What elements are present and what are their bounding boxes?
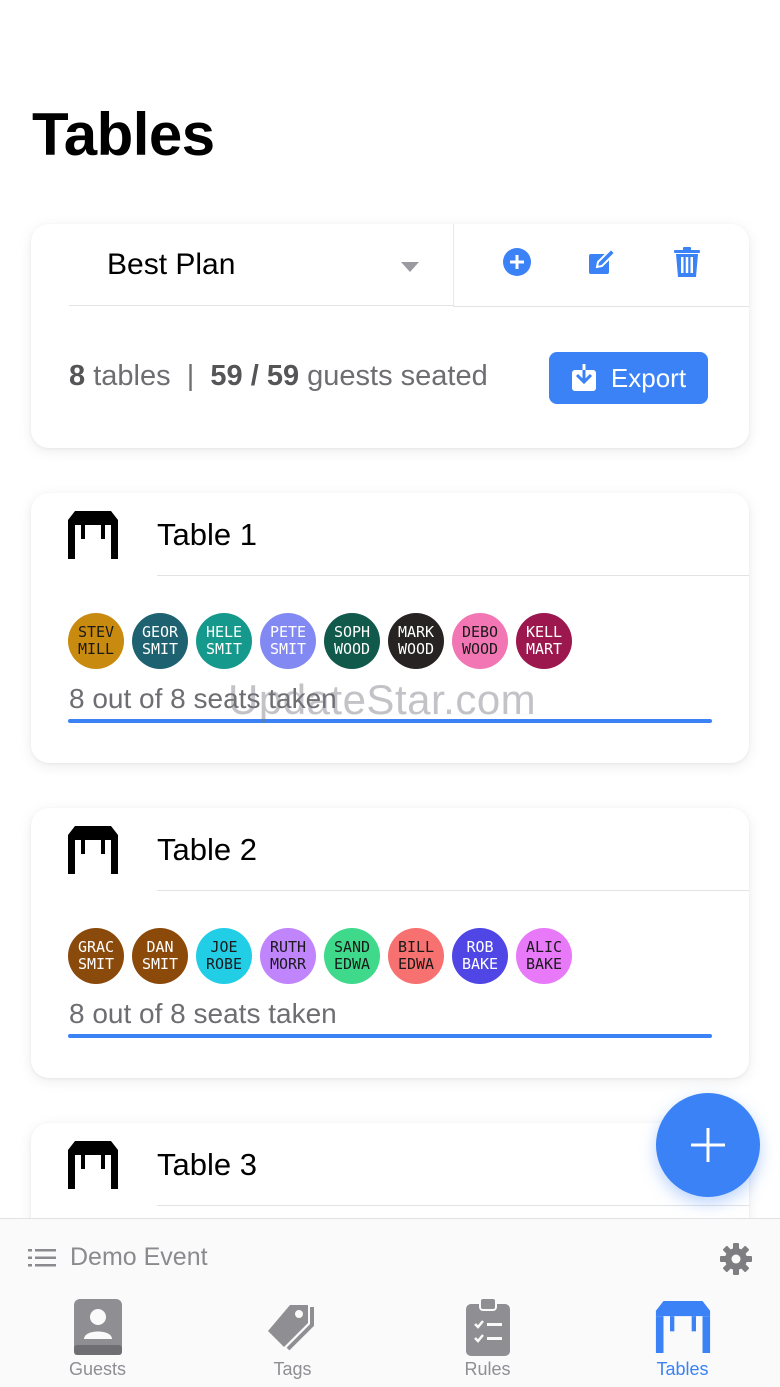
guest-avatar[interactable]: DAN SMIT	[132, 928, 188, 984]
guest-avatar[interactable]: PETE SMIT	[260, 613, 316, 669]
edit-plan-button[interactable]	[586, 244, 618, 280]
guest-list: STEV MILL GEOR SMIT HELE SMIT PETE SMIT SOPH…	[68, 613, 572, 669]
divider	[157, 575, 749, 576]
dropdown-caret-icon	[401, 262, 419, 272]
plan-summary: 8 tables | 59 / 59 guests seated	[69, 360, 488, 393]
event-name: Demo Event	[70, 1243, 208, 1271]
table-card[interactable]: Table 2 GRAC SMIT DAN SMIT JOE ROBE RUTH MOR…	[31, 808, 749, 1078]
event-selector[interactable]: Demo Event	[28, 1243, 208, 1272]
export-label: Export	[610, 362, 687, 393]
table-icon	[68, 826, 118, 874]
guests-icon	[73, 1299, 122, 1355]
plan-card: Best Plan 8 tables | 59 / 59 guests seat…	[31, 224, 749, 448]
page-title: Tables	[32, 101, 215, 168]
tab-label: Tags	[273, 1359, 312, 1379]
delete-plan-button[interactable]	[671, 244, 703, 280]
list-icon	[28, 1248, 56, 1266]
tag-icon	[267, 1305, 314, 1351]
plus-circle-icon	[503, 248, 531, 276]
guest-avatar[interactable]: HELE SMIT	[196, 613, 252, 669]
tab-guests[interactable]: Guests	[0, 1297, 195, 1387]
download-icon	[571, 364, 596, 391]
table-icon	[68, 1141, 118, 1189]
divider	[453, 306, 749, 307]
settings-button[interactable]	[720, 1243, 752, 1280]
guest-avatar[interactable]: STEV MILL	[68, 613, 124, 669]
guests-seated-count: 59 / 59	[210, 360, 300, 392]
seats-progress-bar	[68, 719, 712, 723]
tab-tags[interactable]: Tags	[195, 1297, 390, 1387]
guest-list: GRAC SMIT DAN SMIT JOE ROBE RUTH MORR SAND ED…	[68, 928, 572, 984]
divider	[157, 1205, 749, 1206]
guest-avatar[interactable]: GEOR SMIT	[132, 613, 188, 669]
bottom-bar: Demo Event Guests Tags Rules Tables	[0, 1218, 780, 1387]
guest-avatar[interactable]: GRAC SMIT	[68, 928, 124, 984]
guest-avatar[interactable]: ROB BAKE	[452, 928, 508, 984]
tables-label: tables	[93, 360, 171, 392]
guest-avatar[interactable]: DEBO WOOD	[452, 613, 508, 669]
add-table-button[interactable]	[656, 1093, 760, 1197]
seats-taken-text: 8 out of 8 seats taken	[69, 998, 337, 1029]
guest-avatar[interactable]: BILL EDWA	[388, 928, 444, 984]
table-name: Table 3	[157, 1147, 257, 1182]
table-name: Table 2	[157, 832, 257, 867]
summary-separator: |	[186, 360, 195, 392]
seats-progress-bar	[68, 1034, 712, 1038]
divider	[157, 890, 749, 891]
table-icon	[655, 1301, 710, 1353]
guest-avatar[interactable]: MARK WOOD	[388, 613, 444, 669]
trash-icon	[674, 247, 700, 277]
guest-avatar[interactable]: RUTH MORR	[260, 928, 316, 984]
tab-label: Tables	[656, 1359, 709, 1379]
tab-label: Guests	[68, 1359, 127, 1379]
plan-selector[interactable]: Best Plan	[69, 224, 453, 306]
guest-avatar[interactable]: SAND EDWA	[324, 928, 380, 984]
guest-avatar[interactable]: ALIC BAKE	[516, 928, 572, 984]
table-name: Table 1	[157, 517, 257, 552]
gear-icon	[720, 1243, 752, 1275]
table-icon	[68, 511, 118, 559]
divider	[453, 224, 454, 306]
seats-taken-text: 8 out of 8 seats taken	[69, 683, 337, 714]
guest-avatar[interactable]: JOE ROBE	[196, 928, 252, 984]
clipboard-icon	[465, 1298, 510, 1356]
tab-rules[interactable]: Rules	[390, 1297, 585, 1387]
table-count: 8	[69, 360, 86, 392]
edit-icon	[589, 247, 617, 274]
tab-tables[interactable]: Tables	[585, 1297, 780, 1387]
tab-label: Rules	[464, 1359, 511, 1379]
guest-avatar[interactable]: KELL MART	[516, 613, 572, 669]
guests-seated-label: guests seated	[307, 360, 488, 392]
plus-icon	[691, 1128, 725, 1162]
tab-bar: Guests Tags Rules Tables	[0, 1297, 780, 1387]
add-plan-button[interactable]	[501, 244, 533, 280]
table-card[interactable]: Table 1 STEV MILL GEOR SMIT HELE SMIT PETE S…	[31, 493, 749, 763]
export-button[interactable]: Export	[549, 352, 708, 404]
guest-avatar[interactable]: SOPH WOOD	[324, 613, 380, 669]
plan-name: Best Plan	[107, 247, 236, 281]
